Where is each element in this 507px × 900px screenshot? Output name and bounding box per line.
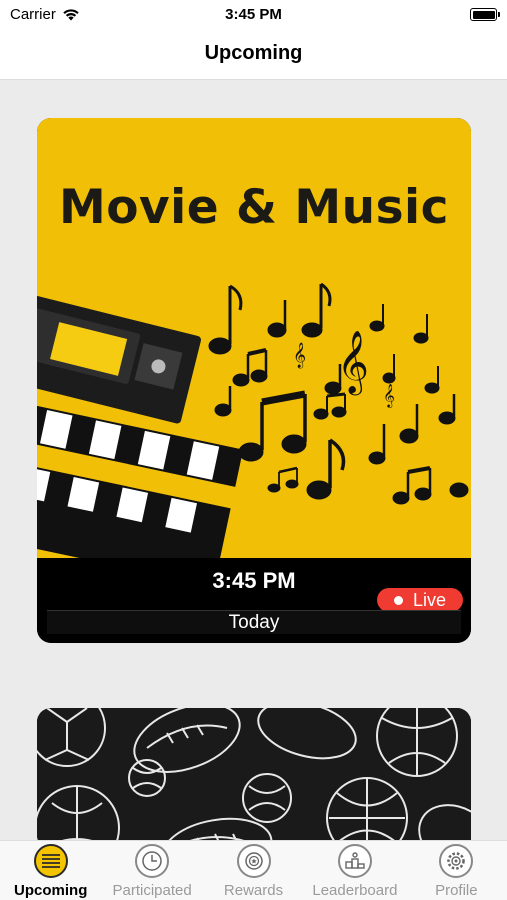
event-day-bar: Today — [47, 610, 461, 634]
podium-icon — [337, 844, 372, 878]
svg-text:𝄞: 𝄞 — [293, 342, 306, 368]
event-card[interactable] — [37, 708, 471, 840]
tab-label-leaderboard: Leaderboard — [312, 882, 398, 899]
event-title: Movie & Music — [58, 180, 450, 235]
event-image: 𝄞 𝄞 𝄞 Movie & Music — [37, 118, 471, 558]
tab-label-rewards: Rewards — [223, 882, 284, 899]
status-bar: Carrier 3:45 PM — [0, 0, 507, 30]
list-icon — [33, 844, 68, 878]
live-dot-icon — [393, 595, 403, 605]
navigation-bar: Upcoming — [0, 30, 507, 80]
tab-leaderboard[interactable]: Leaderboard — [304, 841, 405, 900]
svg-text:𝄞: 𝄞 — [337, 330, 369, 396]
live-label: Live — [412, 589, 447, 610]
tab-rewards[interactable]: Rewards — [203, 841, 304, 900]
event-day: Today — [228, 612, 280, 633]
sports-balls-image — [37, 708, 471, 840]
clock-icon — [135, 844, 170, 878]
tab-label-profile: Profile — [435, 882, 478, 899]
tab-label-participated: Participated — [112, 882, 192, 899]
event-footer: 3:45 PM Live Today — [37, 558, 471, 643]
tab-label-upcoming: Upcoming — [14, 882, 88, 899]
tab-bar: Upcoming Participated Rewards Leaderboar… — [0, 840, 507, 900]
status-time: 3:45 PM — [225, 6, 282, 23]
page-title: Upcoming — [204, 42, 303, 64]
tab-participated[interactable]: Participated — [101, 841, 202, 900]
tab-profile[interactable]: Profile — [406, 841, 507, 900]
tab-upcoming[interactable]: Upcoming — [0, 841, 101, 900]
medal-icon — [236, 844, 271, 878]
event-list[interactable]: 𝄞 𝄞 𝄞 Movie & Music 3:45 PM Live Today — [0, 80, 507, 840]
battery-icon — [470, 8, 500, 21]
gear-icon — [439, 844, 474, 878]
svg-text:𝄞: 𝄞 — [383, 383, 395, 408]
live-badge: Live — [377, 588, 463, 612]
event-card[interactable]: 𝄞 𝄞 𝄞 Movie & Music 3:45 PM Live Today — [37, 118, 471, 643]
